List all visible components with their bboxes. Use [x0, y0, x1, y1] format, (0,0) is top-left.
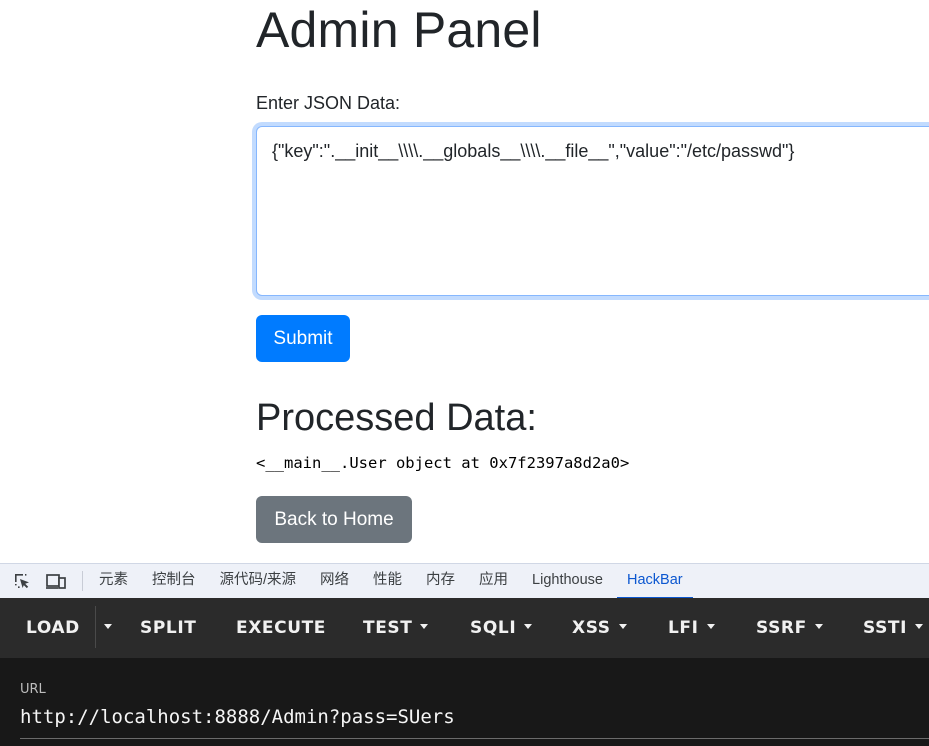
execute-label: EXECUTE [236, 618, 327, 638]
test-menu-button[interactable]: TEST [363, 598, 429, 658]
ssrf-menu-button[interactable]: SSRF [756, 598, 823, 658]
admin-page: Admin Panel Enter JSON Data: {"key":".__… [0, 0, 929, 563]
tab-console[interactable]: 控制台 [140, 564, 208, 599]
lfi-menu-button[interactable]: LFI [668, 598, 715, 658]
load-button[interactable]: LOAD [26, 598, 80, 658]
split-label: SPLIT [140, 618, 197, 638]
tab-memory[interactable]: 内存 [414, 564, 467, 599]
sqli-label: SQLI [470, 618, 517, 638]
tab-network[interactable]: 网络 [308, 564, 361, 599]
page-title: Admin Panel [256, 2, 542, 58]
url-input[interactable]: http://localhost:8888/Admin?pass=SUers [20, 706, 455, 728]
xss-menu-button[interactable]: XSS [572, 598, 627, 658]
back-to-home-button[interactable]: Back to Home [256, 496, 412, 543]
chevron-down-icon [706, 623, 715, 629]
hackbar-toolbar: LOAD SPLIT EXECUTE TEST SQLI XSS LFI SSR… [0, 598, 929, 658]
json-data-input[interactable]: {"key":".__init__\\\\.__globals__\\\\.__… [256, 126, 929, 296]
submit-button[interactable]: Submit [256, 315, 350, 362]
processed-data-heading: Processed Data: [256, 397, 537, 439]
chevron-down-icon [814, 623, 823, 629]
test-label: TEST [363, 618, 413, 638]
tab-lighthouse[interactable]: Lighthouse [520, 564, 615, 599]
tab-sources[interactable]: 源代码/来源 [208, 564, 309, 599]
chevron-down-icon [524, 623, 533, 629]
tab-elements[interactable]: 元素 [87, 564, 140, 599]
ssti-label: SSTI [863, 618, 908, 638]
toolbar-divider [82, 571, 83, 591]
sqli-menu-button[interactable]: SQLI [470, 598, 533, 658]
chevron-down-icon [618, 623, 627, 629]
admin-container: Admin Panel Enter JSON Data: {"key":".__… [256, 0, 929, 543]
ssrf-label: SSRF [756, 618, 807, 638]
ssti-menu-button[interactable]: SSTI [863, 598, 924, 658]
chevron-down-icon [915, 623, 924, 629]
chevron-down-icon [104, 623, 112, 629]
split-button[interactable]: SPLIT [140, 598, 196, 658]
url-input-underline [20, 738, 929, 739]
chevron-down-icon [420, 623, 429, 629]
load-label: LOAD [26, 618, 80, 638]
json-data-label: Enter JSON Data: [256, 93, 401, 113]
xss-label: XSS [572, 618, 611, 638]
tab-application[interactable]: 应用 [467, 564, 520, 599]
device-toolbar-icon[interactable] [44, 569, 68, 593]
tab-hackbar[interactable]: HackBar [615, 564, 695, 599]
devtools-tab-bar: 元素 控制台 源代码/来源 网络 性能 内存 应用 Lighthouse Hac… [0, 563, 929, 599]
url-label: URL [20, 682, 46, 697]
tab-performance[interactable]: 性能 [361, 564, 414, 599]
hackbar-url-panel: URL http://localhost:8888/Admin?pass=SUe… [0, 658, 929, 746]
execute-button[interactable]: EXECUTE [236, 598, 326, 658]
load-dropdown-toggle[interactable] [96, 598, 112, 658]
inspect-element-icon[interactable] [10, 569, 34, 593]
processed-data-result: <__main__.User object at 0x7f2397a8d2a0> [256, 454, 630, 472]
lfi-label: LFI [668, 618, 699, 638]
